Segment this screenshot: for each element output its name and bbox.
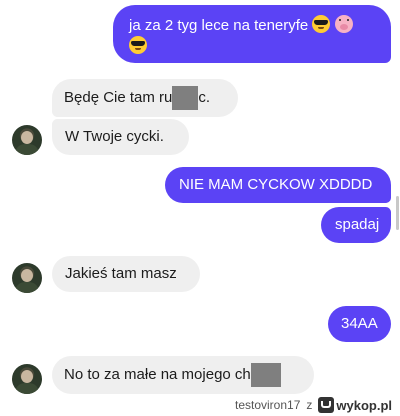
message-text: Będę Cie tam ru — [64, 89, 173, 106]
message-text: NIE MAM CYCKOW XDDDD — [179, 176, 373, 193]
avatar[interactable] — [12, 263, 42, 293]
avatar[interactable] — [12, 125, 42, 155]
message-text: spadaj — [335, 216, 380, 233]
received-message[interactable]: Będę Cie tam ru c. — [52, 79, 238, 117]
censor-block — [172, 86, 199, 111]
message-text: No to za małe na mojego ch — [64, 366, 251, 383]
wykop-icon — [318, 397, 335, 413]
received-message[interactable]: Jakieś tam masz — [52, 256, 200, 292]
sent-message[interactable]: spadaj — [321, 207, 391, 243]
avatar[interactable] — [12, 364, 42, 394]
chat-thread: ja za 2 tyg lece na teneryfe Będę Cie ta… — [0, 0, 400, 416]
wykop-logo: wykop.pl — [318, 397, 392, 413]
scrollbar[interactable] — [396, 196, 399, 230]
received-message[interactable]: No to za małe na mojego ch — [52, 356, 314, 394]
sent-message[interactable]: NIE MAM CYCKOW XDDDD — [165, 167, 391, 203]
sunglasses-emoji-icon — [312, 15, 331, 33]
sunglasses-emoji-icon — [129, 36, 147, 54]
pig-emoji-icon — [334, 15, 353, 33]
watermark-site: wykop.pl — [336, 397, 392, 413]
message-text: Jakieś tam masz — [65, 265, 177, 282]
message-text: 34AA — [341, 315, 378, 332]
message-text: W Twoje cycki. — [65, 128, 164, 145]
censor-block — [250, 363, 281, 388]
received-message[interactable]: W Twoje cycki. — [52, 119, 189, 155]
watermark-separator: z — [306, 398, 313, 412]
message-text: ja za 2 tyg lece na teneryfe — [129, 17, 309, 34]
sent-message[interactable]: ja za 2 tyg lece na teneryfe — [113, 5, 391, 63]
sent-message[interactable]: 34AA — [328, 306, 391, 342]
message-text-end: c. — [198, 89, 211, 106]
watermark: testoviron17 z wykop.pl — [235, 397, 392, 413]
watermark-user: testoviron17 — [235, 398, 301, 412]
